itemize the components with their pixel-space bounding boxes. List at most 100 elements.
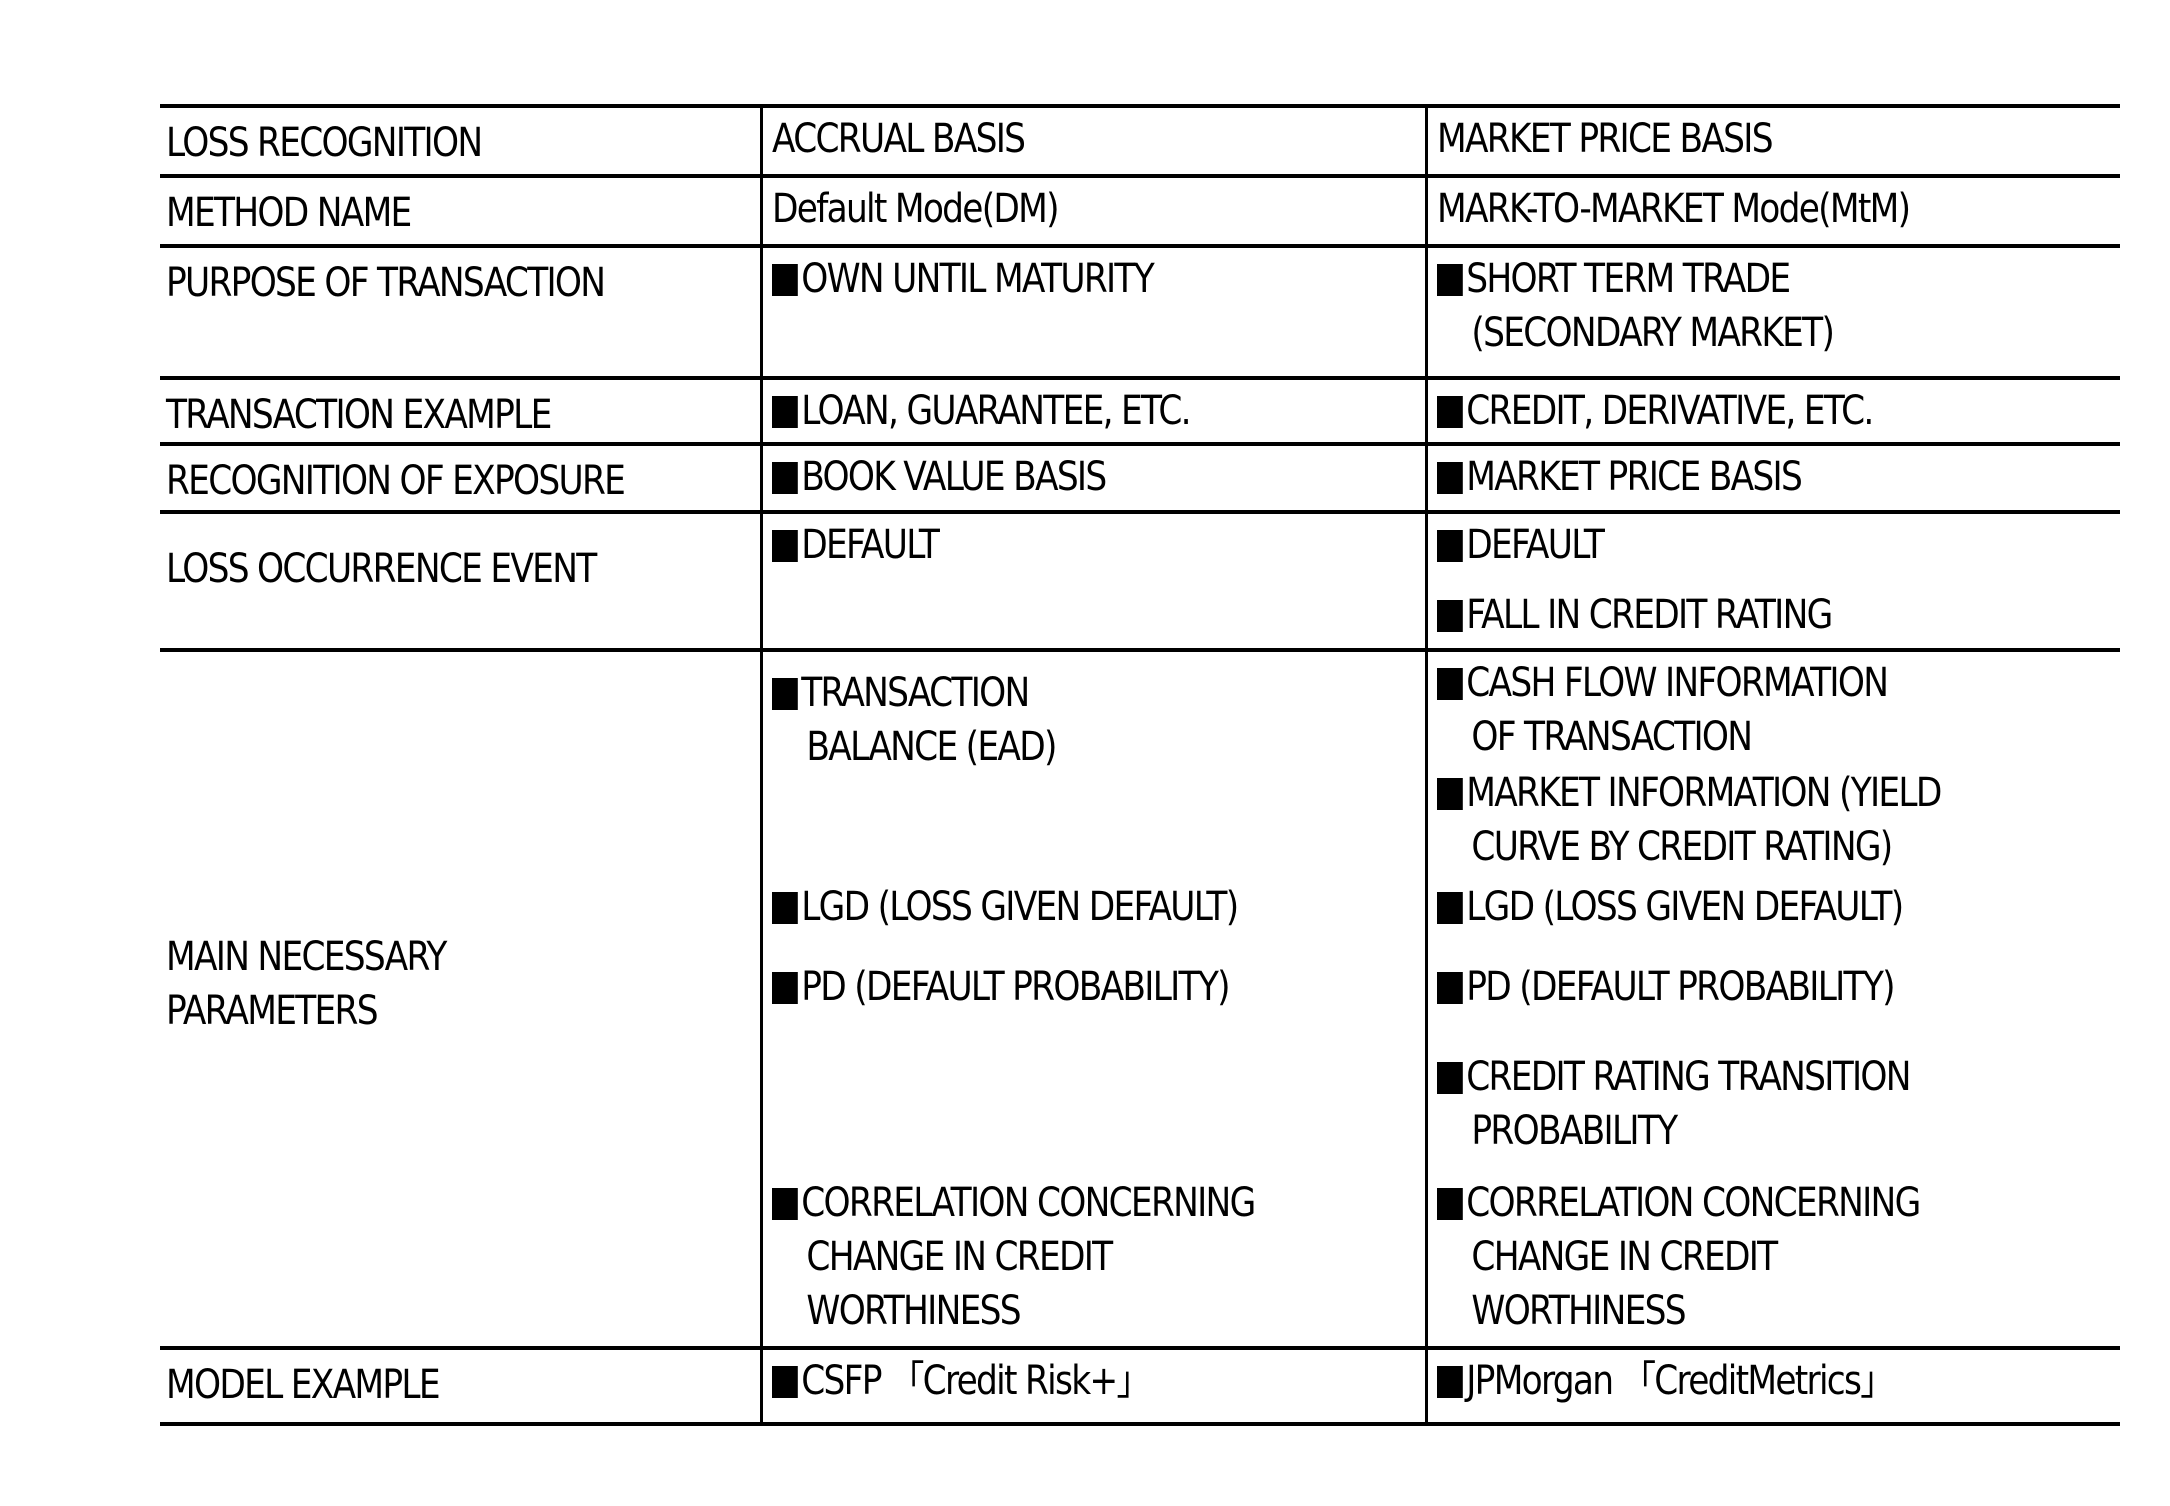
row-label-line: MAIN NECESSARY <box>166 934 447 980</box>
item-text-line: MARKET INFORMATION (YIELD <box>1437 766 1942 820</box>
column-divider <box>760 106 763 1424</box>
item-text-line: DEFAULT <box>772 518 940 572</box>
square-bullet-icon <box>772 396 798 428</box>
item-text: WORTHINESS <box>1471 1288 1686 1334</box>
square-bullet-icon <box>772 892 798 924</box>
row-label-line: PARAMETERS <box>166 988 379 1034</box>
row-label: PURPOSE OF TRANSACTION <box>166 256 606 310</box>
row-label: RECOGNITION OF EXPOSURE <box>166 454 626 508</box>
item-text: WORTHINESS <box>806 1288 1021 1334</box>
accrual-basis-item: CORRELATION CONCERNING CHANGE IN CREDIT WO… <box>772 1176 1256 1338</box>
item-text-line: CREDIT RATING TRANSITION <box>1437 1050 1912 1104</box>
item-text: (SECONDARY MARKET) <box>1471 310 1834 356</box>
market-basis-item: FALL IN CREDIT RATING <box>1437 588 1833 642</box>
item-text-line: CORRELATION CONCERNING <box>772 1176 1256 1230</box>
item-text-line: JPMorgan 「CreditMetrics」 <box>1437 1354 1895 1408</box>
row-label: MODEL EXAMPLE <box>166 1358 441 1412</box>
accrual-basis-item: LOAN, GUARANTEE, ETC. <box>772 384 1192 438</box>
market-basis-item: MARKET PRICE BASIS <box>1437 450 1803 504</box>
row-divider <box>160 510 2120 514</box>
item-text-line: CASH FLOW INFORMATION <box>1437 656 1889 710</box>
accrual-basis-item: LGD (LOSS GIVEN DEFAULT) <box>772 880 1239 934</box>
accrual-basis-item: DEFAULT <box>772 518 940 572</box>
row-label: MAIN NECESSARY PARAMETERS <box>166 930 447 1038</box>
item-text: MARKET PRICE BASIS <box>1466 454 1803 500</box>
item-text-line: PD (DEFAULT PROBABILITY) <box>772 960 1231 1014</box>
square-bullet-icon <box>772 462 798 494</box>
row-label-line: LOSS RECOGNITION <box>166 120 483 166</box>
row-divider <box>160 1422 2120 1426</box>
item-text-line: ACCRUAL BASIS <box>772 112 1026 166</box>
square-bullet-icon <box>1437 264 1463 296</box>
item-text: CORRELATION CONCERNING <box>1466 1180 1921 1226</box>
row-label: LOSS OCCURRENCE EVENT <box>166 542 597 596</box>
item-text-line: OWN UNTIL MATURITY <box>772 252 1155 306</box>
accrual-basis-item: Default Mode(DM) <box>772 182 1060 236</box>
item-text-line: CSFP 「Credit Risk+」 <box>772 1354 1151 1408</box>
item-text-line: CHANGE IN CREDIT <box>772 1230 1255 1284</box>
row-label-line: PURPOSE OF TRANSACTION <box>166 260 606 306</box>
item-text-line: WORTHINESS <box>1437 1284 1920 1338</box>
row-label-line: METHOD NAME <box>166 190 412 236</box>
square-bullet-icon <box>1437 972 1463 1004</box>
market-basis-item: MARKET PRICE BASIS <box>1437 112 1774 166</box>
item-text-line: MARKET PRICE BASIS <box>1437 112 1774 166</box>
item-text: CREDIT RATING TRANSITION <box>1466 1054 1911 1100</box>
square-bullet-icon <box>772 678 798 710</box>
item-text-line: CREDIT, DERIVATIVE, ETC. <box>1437 384 1874 438</box>
square-bullet-icon <box>772 1366 798 1398</box>
market-basis-item: DEFAULT <box>1437 518 1605 572</box>
row-label: LOSS RECOGNITION <box>166 116 483 170</box>
square-bullet-icon <box>772 972 798 1004</box>
accrual-basis-item: ACCRUAL BASIS <box>772 112 1026 166</box>
item-text: ACCRUAL BASIS <box>772 116 1026 162</box>
row-label: TRANSACTION EXAMPLE <box>166 388 552 442</box>
item-text: TRANSACTION <box>801 670 1030 716</box>
item-text-line: WORTHINESS <box>772 1284 1255 1338</box>
item-text-line: (SECONDARY MARKET) <box>1437 306 1834 360</box>
item-text: DEFAULT <box>1466 522 1605 568</box>
item-text-line: TRANSACTION <box>772 666 1056 720</box>
item-text: MARK-TO-MARKET Mode(MtM) <box>1437 186 1911 232</box>
row-divider <box>160 442 2120 446</box>
item-text: Default Mode(DM) <box>772 186 1060 232</box>
square-bullet-icon <box>772 1188 798 1220</box>
square-bullet-icon <box>772 264 798 296</box>
item-text: PROBABILITY <box>1471 1108 1678 1154</box>
item-text: CASH FLOW INFORMATION <box>1466 660 1889 706</box>
market-basis-item: PD (DEFAULT PROBABILITY) <box>1437 960 1896 1014</box>
square-bullet-icon <box>1437 1366 1463 1398</box>
item-text: CREDIT, DERIVATIVE, ETC. <box>1466 388 1874 434</box>
item-text: JPMorgan 「CreditMetrics」 <box>1466 1358 1894 1404</box>
item-text-line: Default Mode(DM) <box>772 182 1060 236</box>
item-text-line: PROBABILITY <box>1437 1104 1910 1158</box>
item-text: BOOK VALUE BASIS <box>801 454 1107 500</box>
item-text-line: MARK-TO-MARKET Mode(MtM) <box>1437 182 1911 236</box>
item-text-line: CHANGE IN CREDIT <box>1437 1230 1920 1284</box>
accrual-basis-item: BOOK VALUE BASIS <box>772 450 1107 504</box>
row-label-line: MODEL EXAMPLE <box>166 1362 441 1408</box>
item-text-line: LGD (LOSS GIVEN DEFAULT) <box>772 880 1239 934</box>
item-text: CORRELATION CONCERNING <box>801 1180 1256 1226</box>
item-text: DEFAULT <box>801 522 940 568</box>
item-text: MARKET INFORMATION (YIELD <box>1466 770 1942 816</box>
item-text: BALANCE (EAD) <box>806 724 1057 770</box>
item-text-line: LOAN, GUARANTEE, ETC. <box>772 384 1192 438</box>
market-basis-item: SHORT TERM TRADE (SECONDARY MARKET) <box>1437 252 1835 360</box>
item-text: OF TRANSACTION <box>1471 714 1753 760</box>
square-bullet-icon <box>1437 668 1463 700</box>
item-text-line: CURVE BY CREDIT RATING) <box>1437 820 1941 874</box>
item-text-line: LGD (LOSS GIVEN DEFAULT) <box>1437 880 1904 934</box>
item-text-line: OF TRANSACTION <box>1437 710 1887 764</box>
row-divider <box>160 104 2120 108</box>
market-basis-item: MARK-TO-MARKET Mode(MtM) <box>1437 182 1911 236</box>
square-bullet-icon <box>772 530 798 562</box>
row-divider <box>160 1346 2120 1350</box>
item-text: LOAN, GUARANTEE, ETC. <box>801 388 1191 434</box>
square-bullet-icon <box>1437 600 1463 632</box>
item-text-line: MARKET PRICE BASIS <box>1437 450 1803 504</box>
item-text: OWN UNTIL MATURITY <box>801 256 1155 302</box>
row-label-line: RECOGNITION OF EXPOSURE <box>166 458 626 504</box>
market-basis-item: CORRELATION CONCERNING CHANGE IN CREDIT WO… <box>1437 1176 1921 1338</box>
item-text: SHORT TERM TRADE <box>1466 256 1791 302</box>
